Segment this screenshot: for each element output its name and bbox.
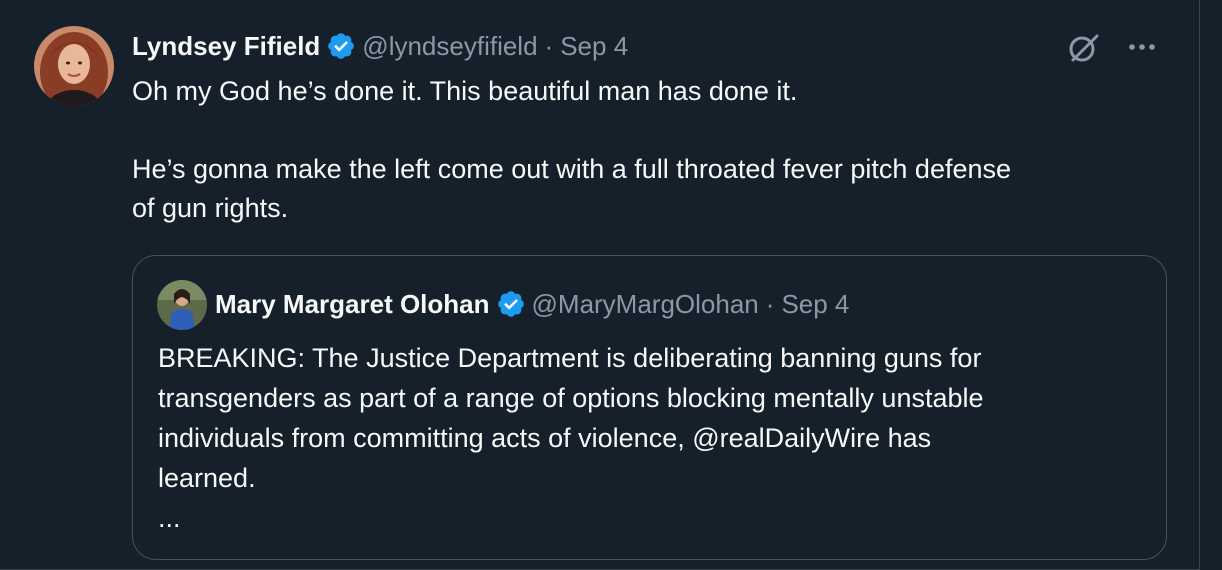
- grok-icon[interactable]: [1067, 30, 1101, 64]
- separator-dot: ·: [544, 30, 554, 61]
- author-display-name[interactable]: Lyndsey Fifield: [132, 31, 320, 62]
- quoted-tweet-timestamp[interactable]: Sep 4: [781, 289, 849, 320]
- tweet-timestamp[interactable]: Sep 4: [560, 31, 628, 62]
- quoted-author-handle[interactable]: @MaryMargOlohan: [532, 289, 759, 320]
- tweet-header: Lyndsey Fifield @lyndseyfifield · Sep 4: [132, 28, 628, 64]
- quoted-author-avatar[interactable]: [157, 280, 207, 330]
- author-handle[interactable]: @lyndseyfifield: [362, 31, 537, 62]
- more-options-icon[interactable]: [1125, 30, 1159, 64]
- author-avatar[interactable]: [34, 26, 114, 106]
- verified-badge-icon[interactable]: [326, 31, 356, 61]
- tweet-card[interactable]: Lyndsey Fifield @lyndseyfifield · Sep 4: [0, 0, 1200, 570]
- tweet-actions-top: [1067, 30, 1159, 64]
- separator-dot: ·: [765, 288, 775, 319]
- verified-badge-icon[interactable]: [496, 289, 526, 319]
- quoted-tweet-header: Mary Margaret Olohan @MaryMargOlohan · S…: [215, 286, 849, 322]
- quoted-tweet[interactable]: Mary Margaret Olohan @MaryMargOlohan · S…: [132, 255, 1167, 560]
- quoted-author-display-name[interactable]: Mary Margaret Olohan: [215, 289, 490, 320]
- quoted-tweet-text: BREAKING: The Justice Department is deli…: [158, 343, 984, 533]
- tweet-text: Oh my God he’s done it. This beautiful m…: [132, 76, 1012, 223]
